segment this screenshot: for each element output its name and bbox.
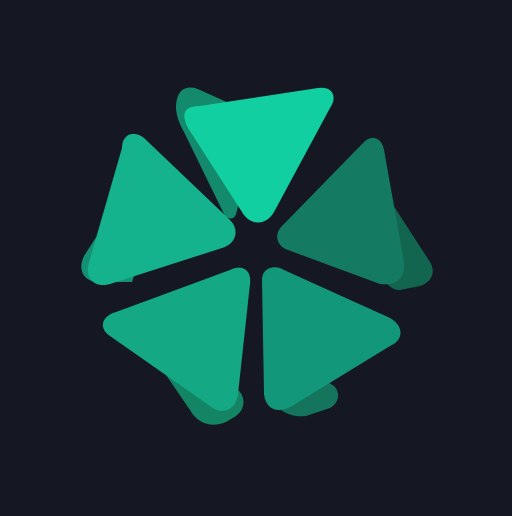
five-petal-triangle-flower-icon: [81, 87, 433, 425]
petal-lower-left: [102, 267, 251, 425]
petal-lower-right: [262, 267, 401, 417]
logo: [0, 0, 512, 512]
app-canvas: [0, 0, 512, 512]
